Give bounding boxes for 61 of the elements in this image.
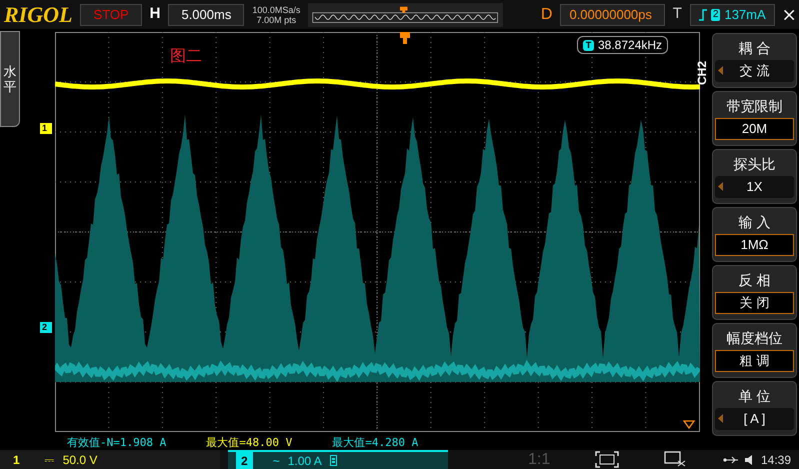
rising-edge-icon xyxy=(698,8,707,20)
menu-item-value: 20M xyxy=(715,118,794,140)
menu-item[interactable]: 带宽限制 20M xyxy=(712,91,797,146)
battery-icon xyxy=(330,455,337,466)
left-triangle-icon xyxy=(718,182,723,191)
memory-depth: 7.00M pts xyxy=(256,14,296,24)
channel-2-offset-icon xyxy=(683,420,695,429)
screen-frame-icon[interactable] xyxy=(595,451,620,468)
channel-marker[interactable]: 2 xyxy=(40,322,52,333)
coupling-symbol: ⎓ xyxy=(44,452,55,468)
menu-item-label: 耦 合 xyxy=(738,39,772,58)
menu-item-label: 带宽限制 xyxy=(726,97,784,116)
channel-scale: 50.0 V xyxy=(62,452,98,468)
channel-number: 2 xyxy=(236,452,253,469)
trigger-label: T xyxy=(672,4,682,24)
menu-item[interactable]: 耦 合 交 流 xyxy=(712,33,797,88)
timebase-value[interactable]: 5.000ms xyxy=(168,4,244,26)
frequency-readout: 38.8724kHz xyxy=(598,37,662,54)
menu-item-label: 单 位 xyxy=(738,387,772,406)
left-triangle-icon xyxy=(718,66,723,75)
measurement-readout: 最大值=48.00 V xyxy=(206,434,292,451)
channel-status[interactable]: 1 ⎓ 50.0 V xyxy=(0,450,220,469)
measurement-readout: 有效值-N=1.908 A xyxy=(67,434,166,451)
menu-item[interactable]: 输 入 1MΩ xyxy=(712,207,797,262)
menu-item-label: 幅度档位 xyxy=(726,329,784,348)
timebase-label: H xyxy=(150,4,160,24)
run-state[interactable]: STOP xyxy=(80,4,142,26)
channel-marker[interactable]: 1 xyxy=(40,123,52,134)
brand-logo: RIGOL xyxy=(4,4,72,26)
menu-item[interactable]: 单 位 [ A ] xyxy=(712,381,797,436)
annotation-text: 图二 xyxy=(170,47,202,67)
menu-item[interactable]: 探头比 1X xyxy=(712,149,797,204)
channel-scale: 1.00 A xyxy=(288,452,322,469)
sample-rate: 100.0MSa/s xyxy=(252,4,300,14)
trigger-settings[interactable]: 2 137mA xyxy=(690,4,775,26)
clock-time: 14:39 xyxy=(760,452,791,468)
probe-ratio: 1:1 xyxy=(528,450,550,469)
menu-item-value: 1MΩ xyxy=(715,234,794,256)
trigger-badge: T xyxy=(583,40,594,50)
delay-value[interactable]: 0.00000000ps xyxy=(560,4,665,26)
menu-item-value: [ A ] xyxy=(744,410,766,428)
trigger-position-icon xyxy=(400,32,410,44)
menu-title: CH2 xyxy=(696,61,710,86)
left-triangle-icon xyxy=(718,414,723,423)
menu-item[interactable]: 反 相 关 闭 xyxy=(712,265,797,320)
coupling-symbol: ~ xyxy=(272,452,280,469)
menu-item-value: 关 闭 xyxy=(715,292,794,314)
menu-item-label: 输 入 xyxy=(738,213,772,232)
side-tab[interactable]: 水平 xyxy=(0,31,20,127)
menu-item-label: 反 相 xyxy=(738,271,772,290)
menu-item-value: 交 流 xyxy=(740,62,770,80)
menu-item[interactable]: 幅度档位 粗 调 xyxy=(712,323,797,378)
delay-label: D xyxy=(540,4,552,24)
measurement-readout: 最大值=4.280 A xyxy=(332,434,418,451)
channel-status[interactable]: 2 ~ 1.00 A xyxy=(228,450,448,469)
menu-item-label: 探头比 xyxy=(732,155,776,174)
trigger-level: 137mA xyxy=(724,6,766,24)
trigger-source: 2 xyxy=(710,8,720,20)
menu-item-value: 1X xyxy=(746,178,762,196)
menu-item-value: 粗 调 xyxy=(715,350,794,372)
channel-number: 1 xyxy=(12,452,21,468)
